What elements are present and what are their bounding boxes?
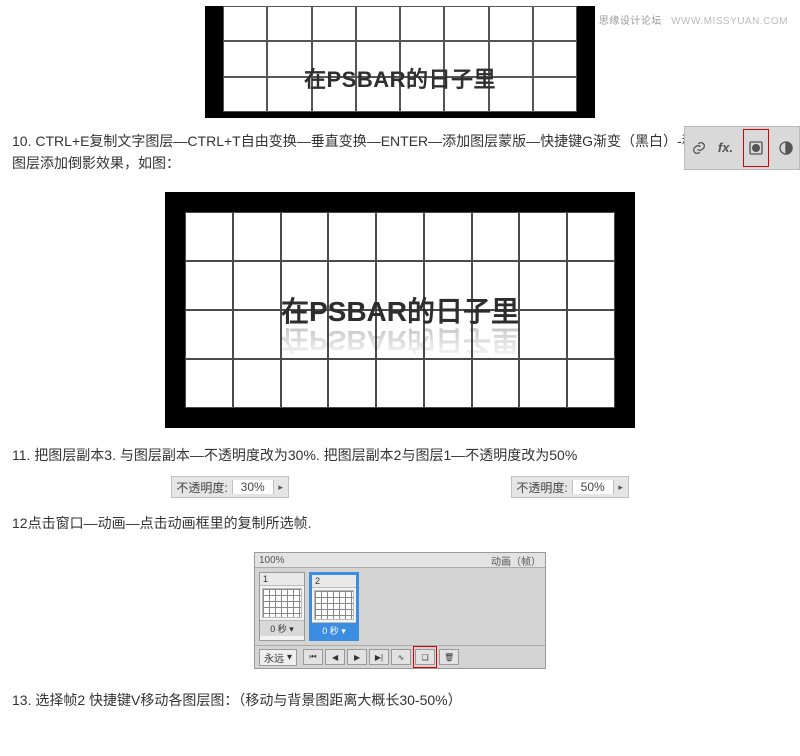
opacity-label: 不透明度:	[512, 479, 571, 496]
frame-number: 2	[312, 575, 356, 588]
figure-canvas-reflection: 在PSBAR的日子里 在PSBAR的日子里	[165, 192, 635, 428]
animation-frame-2[interactable]: 2 0 秒 ▾	[309, 572, 359, 641]
watermark: 思缘设计论坛 WWW.MISSYUAN.COM	[599, 12, 788, 27]
grid-2: 在PSBAR的日子里 在PSBAR的日子里	[185, 212, 615, 408]
opacity-value-30: 30%	[232, 480, 274, 494]
delete-frame-icon[interactable]: 🗑	[439, 649, 459, 665]
animation-frames: 1 0 秒 ▾ 2 0 秒 ▾	[255, 568, 545, 645]
animation-controls: 永远▾ ⏮ ◀ ▶ ▶| ∿ ❏ 🗑	[255, 645, 545, 668]
opacity-widgets-row: 不透明度: 30% ▸ 不透明度: 50% ▸	[0, 476, 800, 498]
prev-frame-icon[interactable]: ◀	[325, 649, 345, 665]
first-frame-icon[interactable]: ⏮	[303, 649, 323, 665]
grid	[223, 6, 577, 112]
step-10-body: 10. CTRL+E复制文字图层—CTRL+T自由变换—垂直变换—ENTER—添…	[12, 133, 780, 171]
link-icon[interactable]	[689, 138, 709, 158]
step-11-text: 11. 把图层副本3. 与图层副本—不透明度改为30%. 把图层副本2与图层1—…	[12, 444, 788, 466]
tween-icon[interactable]: ∿	[391, 649, 411, 665]
zoom-level: 100%	[259, 555, 285, 566]
opacity-widget-30[interactable]: 不透明度: 30% ▸	[171, 476, 288, 498]
canvas-text: 在PSBAR的日子里	[205, 62, 595, 94]
step-10-text: 10. CTRL+E复制文字图层—CTRL+T自由变换—垂直变换—ENTER—添…	[12, 130, 788, 174]
add-mask-icon[interactable]	[743, 129, 769, 167]
frame-delay[interactable]: 0 秒 ▾	[312, 622, 356, 638]
play-icon[interactable]: ▶	[347, 649, 367, 665]
frame-thumb	[314, 590, 354, 620]
opacity-arrow-icon[interactable]: ▸	[274, 482, 288, 493]
step-12-text: 12点击窗口—动画—点击动画框里的复制所选帧.	[12, 512, 788, 534]
frame-thumb	[262, 588, 302, 618]
duplicate-frame-icon[interactable]: ❏	[415, 649, 435, 665]
animation-tab-label[interactable]: 动画（帧）	[491, 553, 541, 568]
figure-canvas-text: 在PSBAR的日子里	[205, 6, 595, 118]
loop-selector[interactable]: 永远▾	[259, 649, 297, 666]
fx-icon[interactable]: fx.	[716, 138, 736, 158]
opacity-value-50: 50%	[572, 480, 614, 494]
canvas-text-reflection: 在PSBAR的日子里	[185, 322, 615, 362]
frame-delay[interactable]: 0 秒 ▾	[260, 620, 304, 636]
animation-panel-header: 100% 动画（帧）	[255, 553, 545, 568]
frame-number: 1	[260, 573, 304, 586]
step-13-text: 13. 选择帧2 快捷键V移动各图层图：（移动与背景图距离大概长30-50%）	[12, 689, 788, 711]
chevron-down-icon: ▾	[287, 652, 292, 663]
next-frame-icon[interactable]: ▶|	[369, 649, 389, 665]
duplicate-frame-highlight: ❏	[413, 646, 437, 668]
opacity-arrow-icon[interactable]: ▸	[614, 482, 628, 493]
watermark-url: WWW.MISSYUAN.COM	[671, 16, 788, 27]
opacity-label: 不透明度:	[172, 479, 231, 496]
watermark-cn: 思缘设计论坛	[599, 16, 662, 27]
animation-frame-1[interactable]: 1 0 秒 ▾	[259, 572, 305, 641]
animation-panel: 100% 动画（帧） 1 0 秒 ▾ 2 0 秒 ▾ 永远▾ ⏮ ◀ ▶ ▶| …	[254, 552, 546, 669]
opacity-widget-50[interactable]: 不透明度: 50% ▸	[511, 476, 628, 498]
layer-panel-icons: fx.	[684, 126, 800, 170]
adjustment-layer-icon[interactable]	[776, 138, 796, 158]
loop-label: 永远	[264, 650, 284, 665]
